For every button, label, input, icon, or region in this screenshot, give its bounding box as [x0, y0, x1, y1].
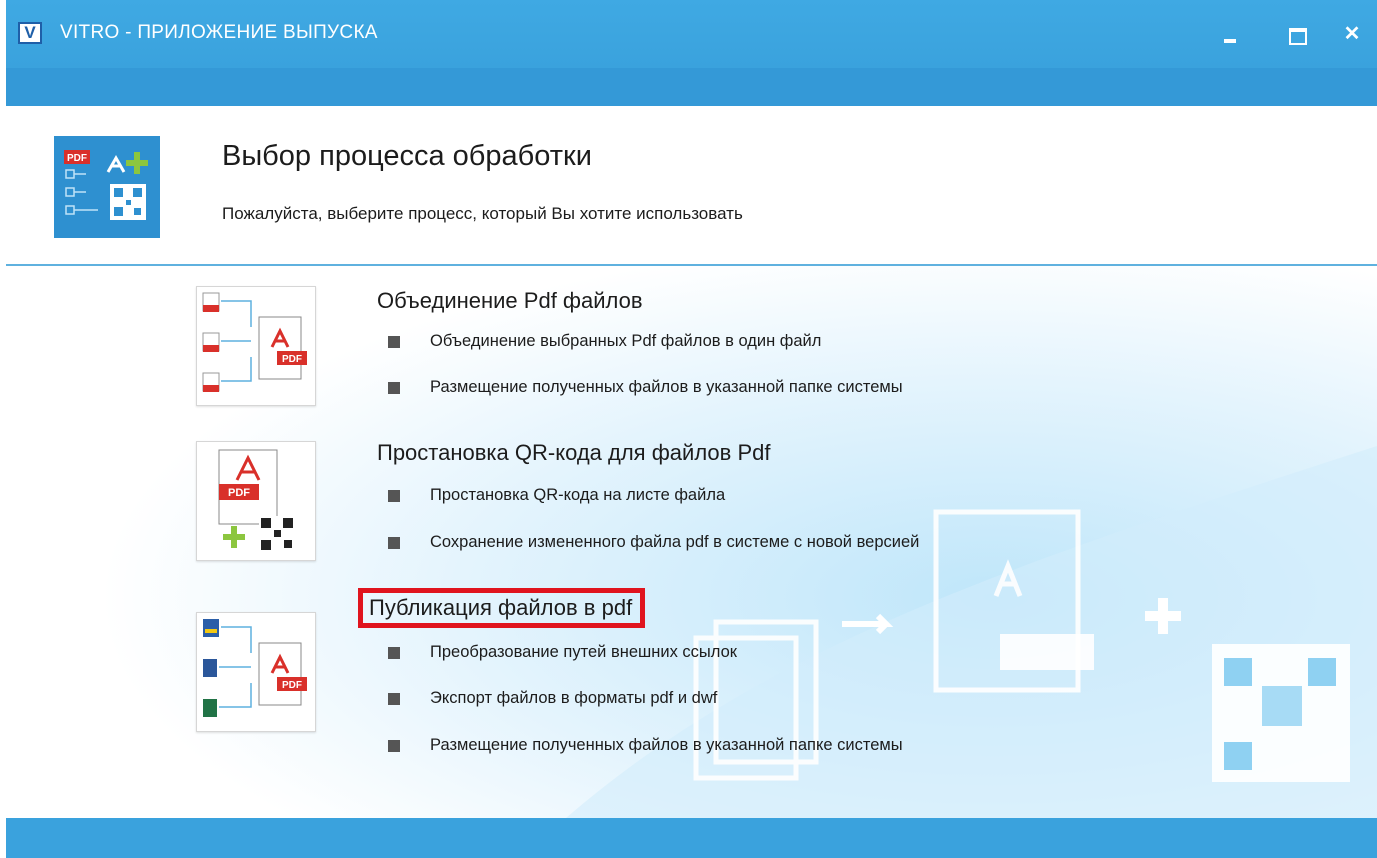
bullet: [388, 382, 400, 394]
status-bar: [6, 818, 1377, 858]
process-title-publish[interactable]: Публикация файлов в pdf: [358, 588, 646, 628]
window-title: VITRO - ПРИЛОЖЕНИЕ ВЫПУСКА: [60, 22, 378, 43]
process-title-merge[interactable]: Объединение Pdf файлов: [377, 288, 643, 314]
toolbar-ribbon: [6, 68, 1377, 106]
bullet: [388, 740, 400, 752]
svg-text:PDF: PDF: [228, 487, 250, 499]
process-bullet-text: Размещение полученных файлов в указанной…: [430, 378, 903, 396]
bullet: [388, 490, 400, 502]
page-title: Выбор процесса обработки: [222, 140, 592, 172]
process-bullet-text: Преобразование путей внешних ссылок: [430, 643, 737, 661]
pdf-qr-code-icon[interactable]: PDF: [196, 441, 316, 561]
process-bullet-text: Простановка QR-кода на листе файла: [430, 486, 726, 504]
publish-to-pdf-icon[interactable]: PDF: [196, 612, 316, 732]
pdf-qr-process-icon: PDF: [54, 136, 160, 238]
divider: [6, 264, 1377, 266]
svg-text:PDF: PDF: [67, 153, 87, 164]
merge-pdf-icon[interactable]: PDF: [196, 286, 316, 406]
process-bullet-text: Экспорт файлов в форматы pdf и dwf: [430, 689, 718, 707]
app-logo-icon: V: [18, 22, 42, 44]
bullet: [388, 537, 400, 549]
process-title-qr[interactable]: Простановка QR-кода для файлов Pdf: [377, 440, 770, 466]
process-bullet-text: Размещение полученных файлов в указанной…: [430, 736, 903, 754]
bullet: [388, 647, 400, 659]
process-bullet-text: Сохранение измененного файла pdf в систе…: [430, 533, 920, 551]
page-subtitle: Пожалуйста, выберите процесс, который Вы…: [222, 204, 743, 223]
process-bullet-text: Объединение выбранных Pdf файлов в один …: [430, 332, 822, 350]
bullet: [388, 693, 400, 705]
maximize-button[interactable]: [1278, 16, 1314, 52]
minimize-button[interactable]: [1212, 16, 1248, 52]
svg-text:PDF: PDF: [282, 680, 302, 691]
close-button[interactable]: ✕: [1334, 16, 1370, 52]
svg-text:PDF: PDF: [282, 354, 302, 365]
bullet: [388, 336, 400, 348]
